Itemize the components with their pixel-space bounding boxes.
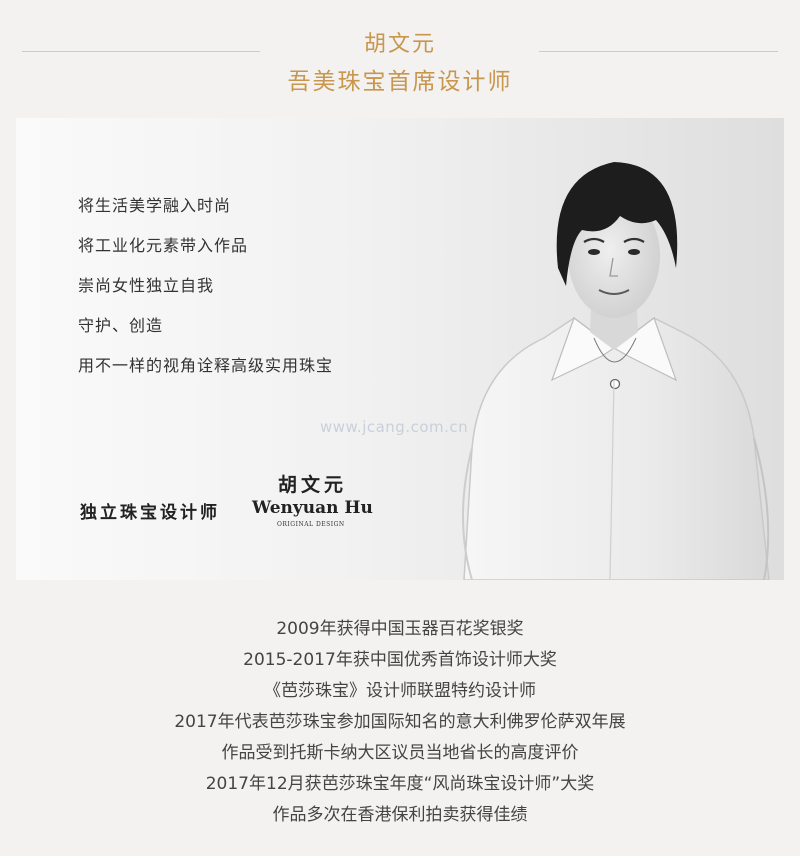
achievement-item: 作品受到托斯卡纳大区议员当地省长的高度评价 xyxy=(221,743,579,763)
signature-english: Wenyuan Hu xyxy=(252,498,373,518)
designer-name: 胡文元 xyxy=(363,32,436,57)
achievement-item: 2017年12月获芭莎珠宝年度“风尚珠宝设计师”大奖 xyxy=(205,774,595,794)
motto-line: 将工业化元素带入作品 xyxy=(78,236,249,255)
motto-list: 将生活美学融入时尚 将工业化元素带入作品 崇尚女性独立自我 守护、创造 用不一样… xyxy=(78,196,333,396)
signature-chinese: 胡文元 xyxy=(278,474,348,496)
achievement-item: 2017年代表芭莎珠宝参加国际知名的意大利佛罗伦萨双年展 xyxy=(174,712,626,732)
portrait-panel: 将生活美学融入时尚 将工业化元素带入作品 崇尚女性独立自我 守护、创造 用不一样… xyxy=(16,118,784,580)
watermark: www.jcang.com.cn xyxy=(320,418,469,436)
achievement-item: 2009年获得中国玉器百花奖银奖 xyxy=(276,619,524,639)
motto-line: 用不一样的视角诠释高级实用珠宝 xyxy=(78,356,334,375)
brand-title: 独立珠宝设计师 xyxy=(80,503,220,523)
portrait-image xyxy=(462,162,770,580)
achievement-item: 作品多次在香港保利拍卖获得佳绩 xyxy=(272,805,528,825)
motto-line: 崇尚女性独立自我 xyxy=(78,276,215,295)
designer-role: 吾美珠宝首席设计师 xyxy=(287,69,513,95)
signature-tagline: ORIGINAL DESIGN xyxy=(277,521,345,528)
header: 胡文元 吾美珠宝首席设计师 xyxy=(0,0,800,110)
motto-line: 将生活美学融入时尚 xyxy=(78,196,232,215)
motto-line: 守护、创造 xyxy=(78,316,164,335)
achievement-item: 《芭莎珠宝》设计师联盟特约设计师 xyxy=(264,681,536,701)
achievement-item: 2015-2017年获中国优秀首饰设计师大奖 xyxy=(243,650,557,670)
achievements-list: 2009年获得中国玉器百花奖银奖 2015-2017年获中国优秀首饰设计师大奖 … xyxy=(0,614,800,831)
